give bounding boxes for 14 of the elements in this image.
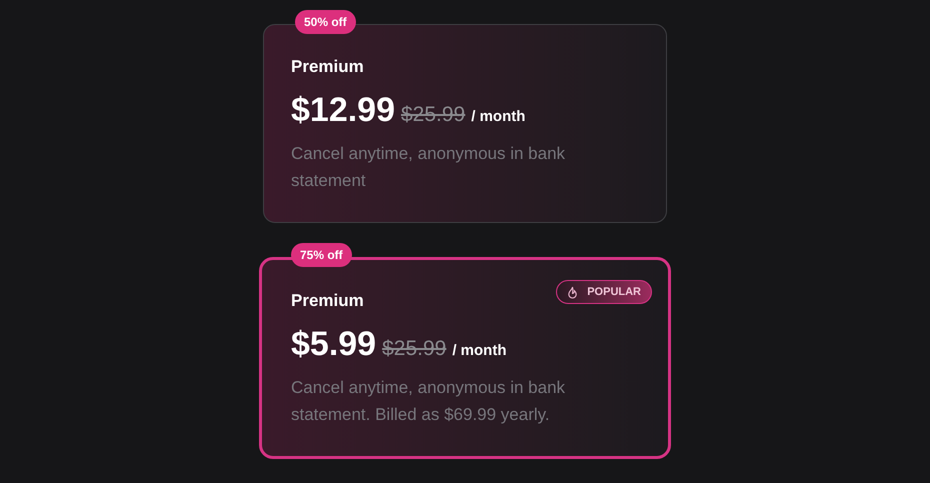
billing-period: / month [452,341,506,361]
price: $12.99 [291,90,395,131]
popular-badge: POPULAR [556,280,652,304]
price: $5.99 [291,324,376,365]
plan-name: Premium [291,56,364,78]
plan-name: Premium [291,290,364,312]
old-price: $25.99 [382,336,446,362]
billing-period: / month [471,107,526,127]
discount-badge: 75% off [291,243,352,267]
old-price: $25.99 [401,102,466,128]
discount-badge: 50% off [295,10,356,34]
plan-description: Cancel anytime, anonymous in bank statement. Billed as $69.99 yearly. [291,377,566,426]
plan-description: Cancel anytime, anonymous in bank statement [291,143,566,192]
flame-icon [567,286,578,298]
